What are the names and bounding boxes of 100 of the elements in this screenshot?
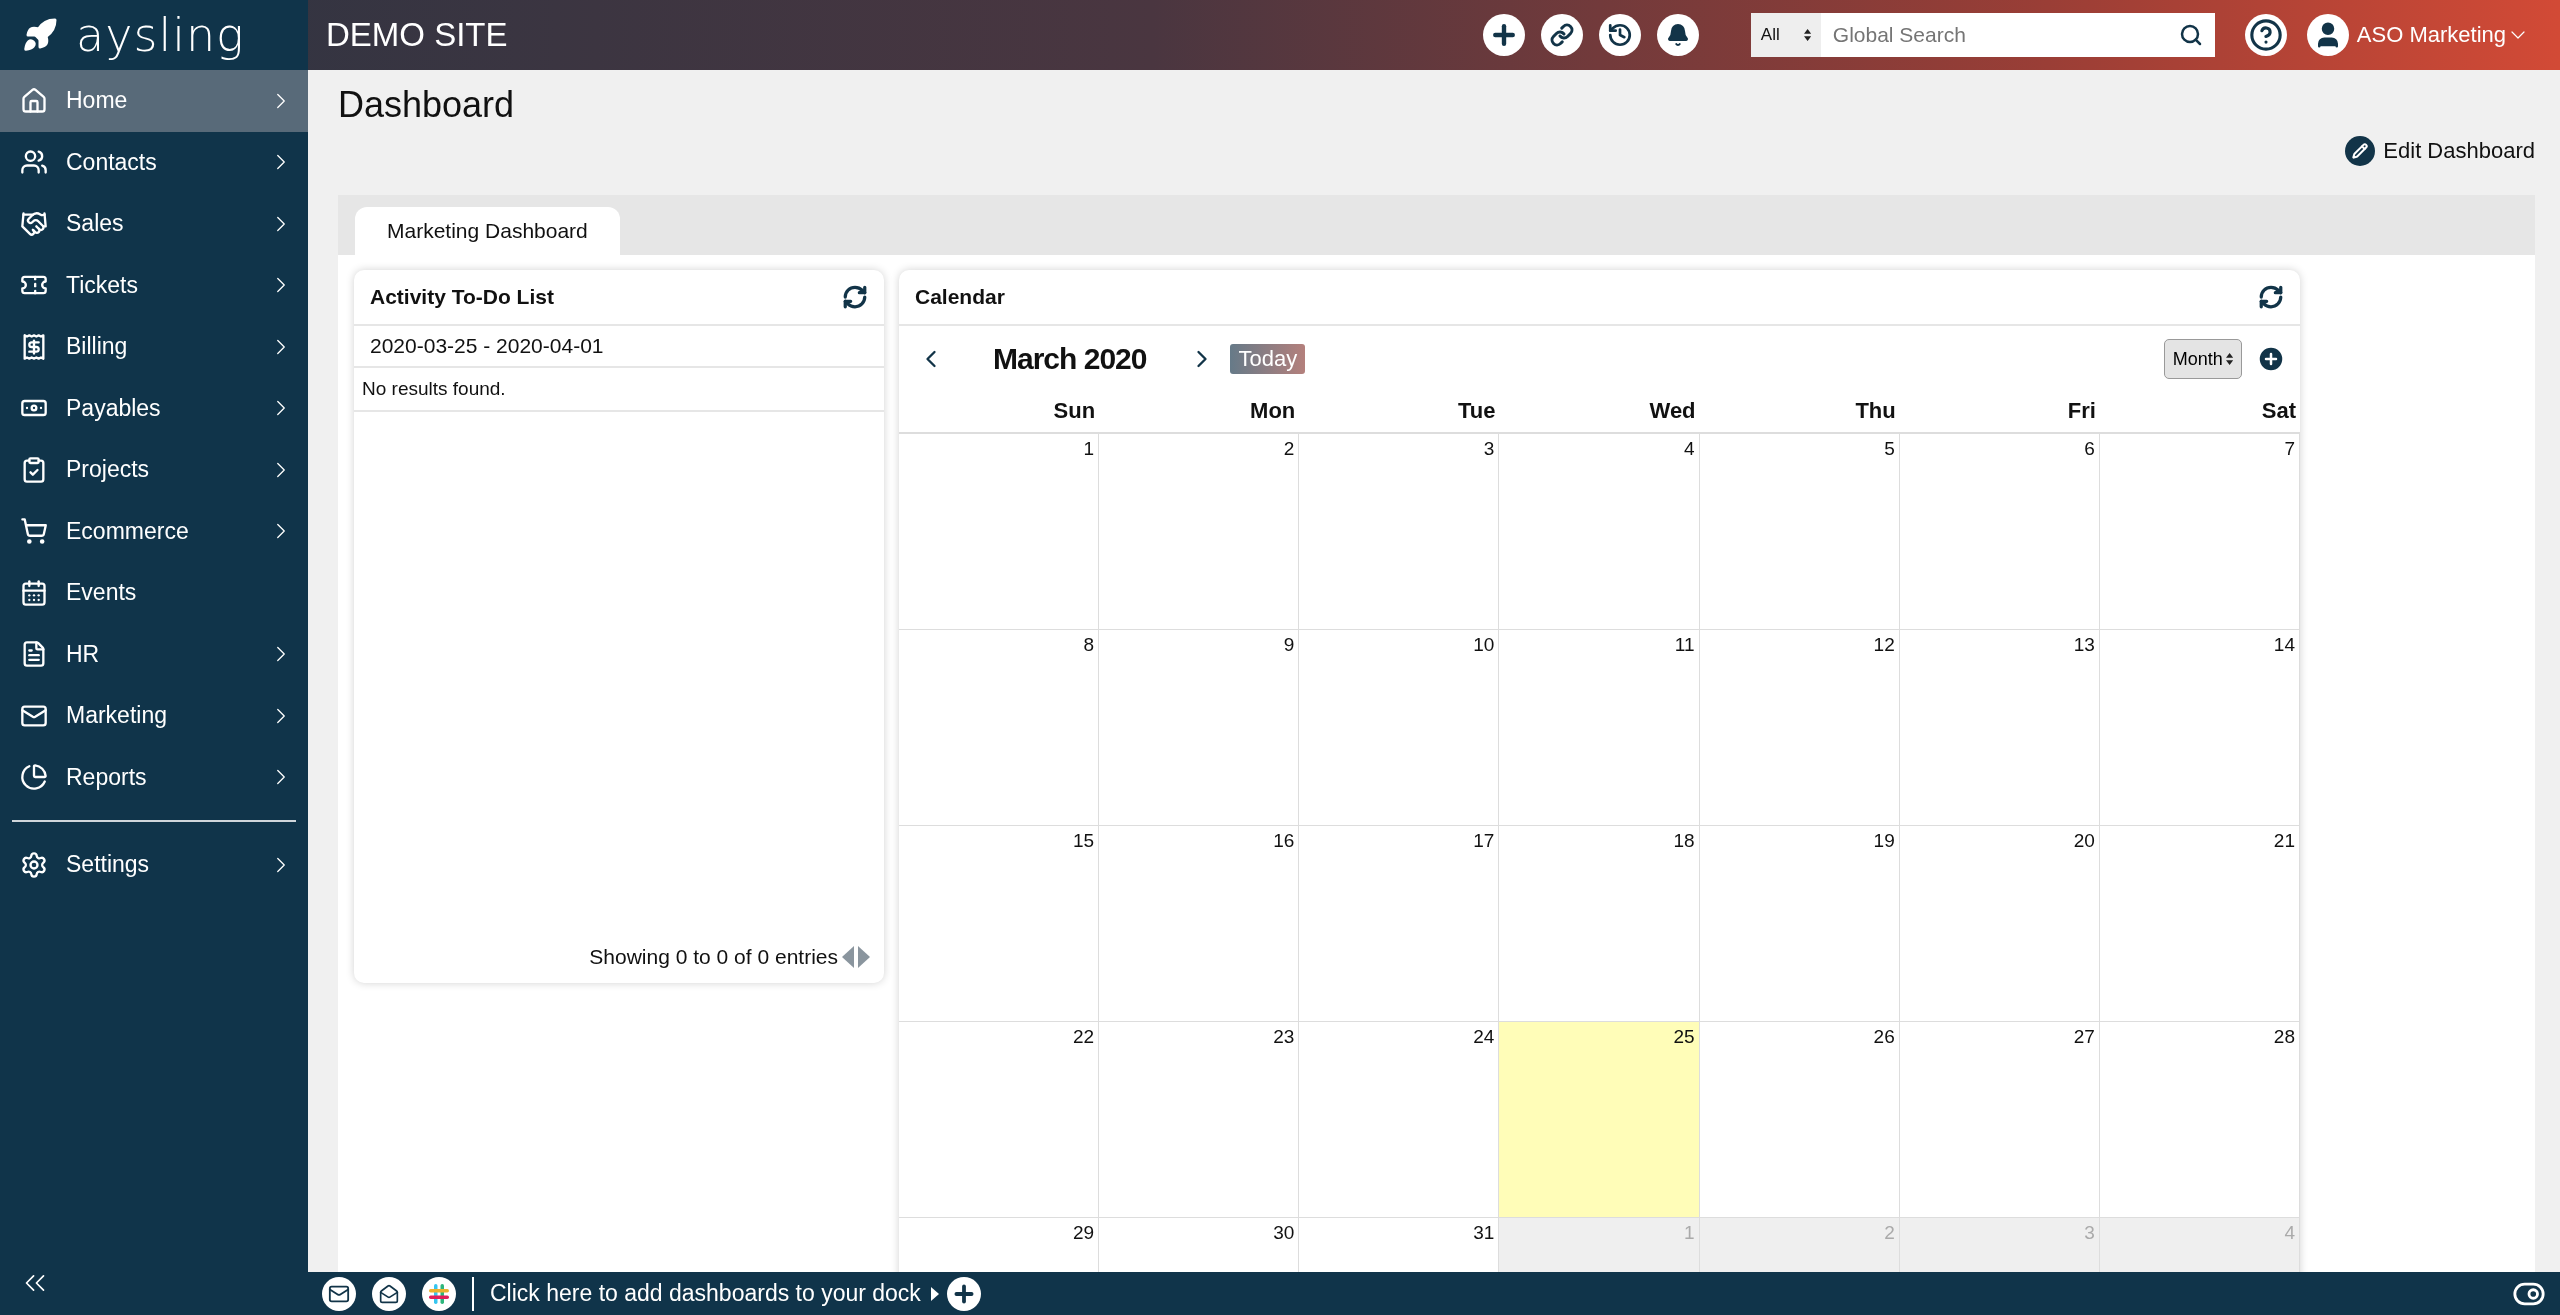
sidebar-item[interactable]: Ecommerce: [0, 500, 308, 562]
day-cell[interactable]: 5: [1699, 434, 1900, 630]
sidebar-item[interactable]: Reports: [0, 746, 308, 808]
sidebar-item[interactable]: Sales: [0, 193, 308, 255]
history-button[interactable]: [1598, 14, 1641, 56]
add-button[interactable]: [1482, 14, 1525, 56]
day-cell[interactable]: 14: [2099, 630, 2300, 826]
day-number: 19: [1873, 830, 1895, 852]
menu-entry-icon: [20, 86, 48, 115]
day-cell[interactable]: 13: [1899, 630, 2100, 826]
dashboard-tab[interactable]: Marketing Dashboard: [355, 207, 620, 255]
search-icon: [2178, 23, 2203, 47]
sidebar-item[interactable]: Projects: [0, 439, 308, 501]
day-cell[interactable]: 12: [1699, 630, 1900, 826]
gear-icon: [20, 850, 48, 879]
day-cell[interactable]: 28: [2099, 1022, 2300, 1218]
edit-dashboard-button[interactable]: Edit Dashboard: [2345, 136, 2535, 166]
empty-message: No results found.: [354, 368, 884, 412]
day-number: 21: [2273, 830, 2295, 852]
day-cell[interactable]: 8: [899, 630, 1100, 826]
weekday-heading: Wed: [1648, 397, 1697, 425]
help-icon: [2248, 18, 2283, 52]
sidebar-item[interactable]: Settings: [0, 834, 308, 896]
day-cell[interactable]: 22: [899, 1022, 1100, 1218]
day-number: 23: [1273, 1026, 1295, 1048]
day-cell[interactable]: 17: [1299, 826, 1500, 1022]
sidebar-item[interactable]: Contacts: [0, 131, 308, 193]
user-name[interactable]: ASO Marketing: [2356, 22, 2506, 48]
add-dashboards-link[interactable]: Click here to add dashboards to your dock: [490, 1280, 921, 1307]
sidebar-item[interactable]: Payables: [0, 377, 308, 439]
day-cell[interactable]: 26: [1699, 1022, 1900, 1218]
mail-list-button[interactable]: [372, 1276, 406, 1311]
menu-entry-icon: [20, 209, 48, 238]
sidebar-item[interactable]: Billing: [0, 316, 308, 378]
sidebar-item[interactable]: Marketing: [0, 685, 308, 747]
day-cell[interactable]: 1: [899, 434, 1100, 630]
day-cell[interactable]: 2: [1099, 434, 1300, 630]
weekday-heading: Sun: [1052, 397, 1097, 425]
entries-count: Showing 0 to 0 of 0 entries: [589, 945, 838, 969]
day-number: 3: [2084, 1222, 2095, 1244]
today-button[interactable]: Today: [1230, 344, 1306, 374]
day-number: 16: [1273, 830, 1295, 852]
pencil-icon: [2345, 136, 2376, 166]
panel-title: Calendar: [915, 285, 1005, 309]
next-page-button[interactable]: [858, 946, 870, 968]
day-cell[interactable]: 29: [899, 1218, 1100, 1272]
caret-icon: [930, 1286, 939, 1301]
sidebar-item[interactable]: Tickets: [0, 254, 308, 316]
day-cell[interactable]: 15: [899, 826, 1100, 1022]
day-number: 5: [1884, 438, 1895, 460]
day-cell[interactable]: 25: [1499, 1022, 1700, 1218]
link-button[interactable]: [1540, 14, 1583, 56]
sidebar-label: Home: [66, 87, 129, 115]
hash-logo-button[interactable]: [422, 1276, 456, 1311]
sidebar-label: Contacts: [66, 148, 158, 176]
day-number: 30: [1273, 1222, 1295, 1244]
search-field[interactable]: Global Search: [1820, 13, 2175, 57]
day-cell[interactable]: 27: [1899, 1022, 2100, 1218]
day-cell[interactable]: 19: [1699, 826, 1900, 1022]
menu-entry-icon: [20, 578, 48, 607]
search-scope-select[interactable]: All: [1750, 13, 1821, 57]
day-number: 20: [2073, 830, 2095, 852]
day-number: 14: [2273, 634, 2295, 656]
day-number: 8: [1083, 634, 1095, 656]
day-number: 25: [1673, 1026, 1695, 1048]
day-number: 3: [1483, 438, 1495, 460]
user-avatar-button[interactable]: [2306, 14, 2349, 56]
sidebar-label: Payables: [66, 394, 162, 422]
day-cell[interactable]: 3: [1299, 434, 1500, 630]
day-cell[interactable]: 18: [1499, 826, 1700, 1022]
day-cell[interactable]: 21: [2099, 826, 2300, 1022]
day-cell[interactable]: 10: [1299, 630, 1500, 826]
day-cell[interactable]: 16: [1099, 826, 1300, 1022]
sidebar-item[interactable]: Home: [0, 70, 308, 132]
refresh-icon[interactable]: [842, 284, 868, 310]
day-cell[interactable]: 23: [1099, 1022, 1300, 1218]
view-select[interactable]: Month: [2163, 339, 2242, 379]
sidebar-item[interactable]: HR: [0, 623, 308, 685]
day-cell[interactable]: 4: [1499, 434, 1700, 630]
sort-icon: [1803, 29, 1811, 41]
day-cell[interactable]: 24: [1299, 1022, 1500, 1218]
sidebar-item[interactable]: Events: [0, 562, 308, 624]
add-event-button[interactable]: [2256, 344, 2286, 374]
day-cell[interactable]: 6: [1899, 434, 2100, 630]
refresh-icon[interactable]: [2258, 284, 2284, 310]
day-cell[interactable]: 7: [2099, 434, 2300, 630]
mail-button[interactable]: [322, 1276, 356, 1311]
add-button[interactable]: [946, 1276, 981, 1311]
weekday-heading: Thu: [1854, 397, 1897, 425]
day-number: 11: [1674, 634, 1695, 656]
search-button[interactable]: [2174, 13, 2215, 57]
day-cell[interactable]: 9: [1099, 630, 1300, 826]
help-button[interactable]: [2244, 14, 2287, 56]
day-cell[interactable]: 20: [1899, 826, 2100, 1022]
notifications-button[interactable]: [1656, 14, 1699, 56]
day-cell[interactable]: 11: [1499, 630, 1700, 826]
day-number: 2: [1283, 438, 1295, 460]
site-title: DEMO SITE: [326, 16, 509, 54]
previous-page-button[interactable]: [842, 946, 854, 968]
menu-entry-icon: [20, 763, 48, 792]
